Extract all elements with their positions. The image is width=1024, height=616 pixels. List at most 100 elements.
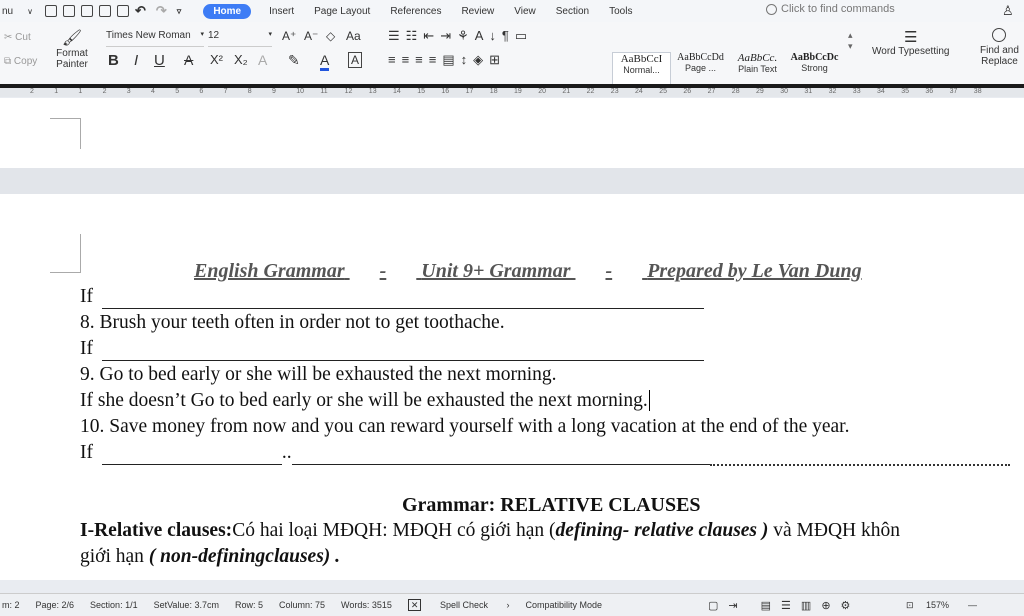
status-column: Column: 75 (278, 600, 325, 610)
grow-font-icon[interactable]: A⁺ (282, 29, 296, 43)
strikethrough-icon[interactable]: A (184, 52, 193, 68)
checkbox-icon: ✕ (407, 598, 422, 611)
font-color-icon[interactable]: A (320, 52, 330, 71)
ruler-tick: 30 (780, 88, 788, 95)
format-painter-button[interactable]: 🖌 Format Painter (56, 28, 88, 70)
word-typesetting-button[interactable]: ☰ Word Typesetting (872, 28, 949, 57)
blank-dotted (709, 442, 1010, 466)
style-strong[interactable]: AaBbCcDc Strong (786, 52, 843, 88)
search-icon (766, 3, 777, 15)
save-icon[interactable] (62, 5, 75, 17)
spell-check-label: Spell Check (439, 599, 488, 610)
text-cursor (648, 390, 655, 411)
change-case-icon[interactable]: Aa (346, 29, 361, 43)
tab-page-layout[interactable]: Page Layout (314, 6, 370, 17)
status-row: Row: 5 (234, 600, 263, 610)
style-page[interactable]: AaBbCcDd Page ... (672, 52, 729, 88)
shrink-font-icon[interactable]: A⁻ (304, 29, 318, 43)
customize-icon[interactable]: ▿ (177, 6, 182, 17)
ruler-tick: 32 (828, 88, 837, 95)
superscript-icon[interactable]: X² (210, 52, 223, 67)
find-label-2: Replace (981, 56, 1018, 67)
status-setvalue: SetValue: 3.7cm (153, 600, 219, 610)
print-preview-icon[interactable] (116, 5, 129, 17)
style-plain-text[interactable]: AaBbCc. Plain Text (729, 52, 786, 88)
text-effect-icon[interactable]: A (258, 52, 267, 68)
ruler-tick: 5 (175, 88, 180, 95)
answer-line-8: If (80, 338, 704, 361)
chevron-down-icon[interactable]: ∨ (27, 7, 33, 16)
ruler-tick: 23 (610, 88, 619, 95)
ruler-tick: 3 (126, 88, 131, 95)
tab-insert[interactable]: Insert (269, 6, 294, 17)
ruler-tick: 2 (102, 88, 107, 95)
copy-button[interactable]: ⧉ Copy (4, 56, 37, 67)
tab-references[interactable]: References (390, 6, 441, 17)
horizontal-ruler[interactable]: 2 1 1 2 3 4 5 6 7 8 9 10 11 12 13 14 15 16 17 18 19 20 21 22 23 2… (0, 88, 1024, 97)
font-size-select[interactable]: 12 ▾ (208, 30, 272, 47)
char-border-icon[interactable]: A (348, 52, 363, 68)
page-gap-bottom (0, 580, 1024, 593)
align-icons[interactable]: ≡≡≡≡▤↕◈⊞ (388, 52, 506, 68)
status-item: m: 2 (2, 600, 20, 610)
chevron-down-icon: ▾ (200, 31, 204, 38)
relative-heading: I-Relative clauses: (80, 520, 233, 541)
app-menu-label[interactable]: nu (2, 6, 13, 17)
ruler-tick: 35 (901, 88, 909, 95)
fit-page-icon[interactable]: ⊡ (906, 600, 914, 611)
if-label: If (80, 442, 93, 463)
command-search[interactable]: Click to find commands (766, 3, 895, 15)
ruler-tick: 2 (30, 88, 34, 95)
zoom-level[interactable]: 157% (926, 600, 949, 610)
export-pdf-icon[interactable] (80, 5, 93, 17)
tab-view[interactable]: View (514, 6, 536, 17)
ruler-tick: 29 (756, 88, 764, 95)
ruler-tick: 13 (368, 88, 377, 95)
ruler-tick: 8 (247, 88, 252, 95)
header-title: English Grammar (194, 260, 345, 282)
ruler-tick: 10 (296, 88, 304, 95)
open-folder-icon[interactable] (44, 5, 57, 17)
font-name-select[interactable]: Times New Roman ▾ (106, 30, 204, 47)
clear-format-icon[interactable]: ◇ (326, 29, 335, 43)
ruler-tick: 15 (417, 88, 425, 95)
undo-icon[interactable]: ↶ (135, 3, 146, 19)
style-label: Strong (801, 63, 828, 73)
tab-section[interactable]: Section (556, 6, 589, 17)
exercise-8: 8. Brush your teeth often in order not t… (80, 312, 505, 333)
italic-icon[interactable]: I (134, 52, 138, 69)
styles-scroll-icon[interactable]: ▴ ▾ (848, 30, 853, 52)
style-sample: AaBbCcI (620, 53, 663, 65)
document-page[interactable]: English Grammar - Unit 9+ Grammar - Prep… (0, 194, 1024, 580)
zoom-out-icon[interactable]: — (968, 600, 977, 610)
list-icons[interactable]: ☰☷⇤⇥⚘A↓¶▭ (388, 28, 533, 44)
relative-text: Có hai loại MĐQH: MĐQH có giới hạn ( (232, 520, 556, 541)
highlight-icon[interactable]: ✎ (288, 52, 300, 69)
view-mode-icons[interactable]: ▢⇥ ▤☰▥⊕⚙ (708, 599, 860, 612)
header-separator: - (379, 260, 387, 282)
find-replace-button[interactable]: Find and Replace (980, 28, 1019, 67)
tab-tools[interactable]: Tools (609, 6, 632, 17)
redo-icon[interactable]: ↷ (156, 3, 167, 19)
status-words[interactable]: Words: 3515 (341, 600, 392, 610)
tab-review[interactable]: Review (461, 6, 494, 17)
ruler-tick: 19 (514, 88, 522, 95)
relative-text-2: và MĐQH khôn (768, 520, 901, 541)
font-name-value: Times New Roman (106, 30, 191, 41)
spell-check-toggle[interactable]: ✕ Spell Check › (407, 598, 509, 611)
quick-access-toolbar: ↶ ↷ ▿ (44, 3, 189, 19)
bold-icon[interactable]: B (108, 52, 119, 69)
subscript-icon[interactable]: X₂ (234, 52, 248, 67)
print-icon[interactable] (98, 5, 111, 17)
status-compatibility: Compatibility Mode (525, 600, 602, 610)
user-icon[interactable]: ♙ (1002, 3, 1014, 19)
underline-icon[interactable]: U (154, 52, 165, 69)
tab-home[interactable]: Home (203, 3, 252, 19)
ruler-tick: 27 (707, 88, 716, 95)
status-page[interactable]: Page: 2/6 (36, 600, 75, 610)
if-label: If (80, 338, 93, 359)
menu-bar: nu ∨ ↶ ↷ ▿ Home Insert Page Layout Refer… (0, 0, 1024, 22)
ruler-tick: 16 (441, 88, 450, 95)
format-painter-icon: 🖌 (61, 30, 83, 47)
cut-button[interactable]: ✂ Cut (4, 32, 31, 43)
